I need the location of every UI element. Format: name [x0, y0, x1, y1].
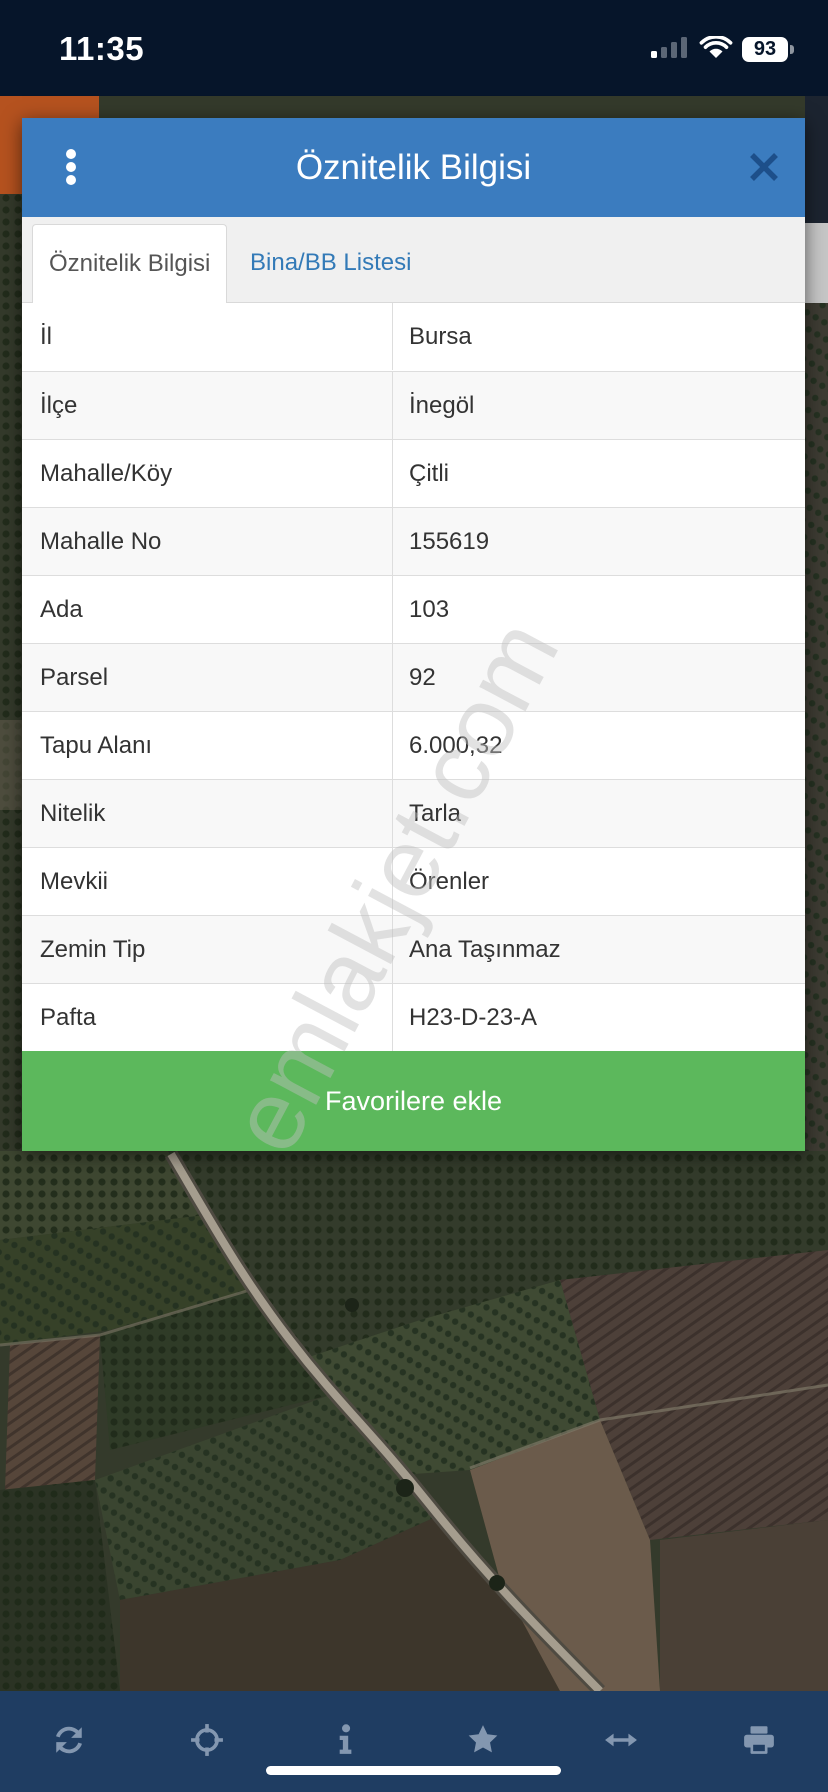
table-row: İlçe İnegöl	[22, 371, 805, 439]
dialog-title: Öznitelik Bilgisi	[295, 148, 532, 187]
print-icon	[744, 1726, 774, 1754]
table-row: Mahalle/Köy Çitli	[22, 439, 805, 507]
table-row: Ada 103	[22, 575, 805, 643]
refresh-icon	[56, 1726, 82, 1754]
locate-button[interactable]	[138, 1691, 276, 1789]
star-icon	[468, 1725, 498, 1753]
bottom-toolbar	[0, 1691, 828, 1792]
measure-button[interactable]	[552, 1691, 690, 1789]
attribute-value: H23-D-23-A	[392, 984, 805, 1051]
table-row: İl Bursa	[22, 303, 805, 371]
signal-bar	[661, 47, 667, 58]
attribute-value: Örenler	[392, 848, 805, 915]
attribute-key: Tapu Alanı	[40, 732, 153, 759]
map-side-control	[805, 223, 828, 303]
attribute-key: Zemin Tip	[40, 936, 146, 963]
attribute-value: 103	[392, 576, 805, 643]
refresh-button[interactable]	[0, 1691, 138, 1789]
tab-building-list[interactable]: Bina/BB Listesi	[250, 224, 411, 303]
attribute-value: İnegöl	[392, 372, 805, 439]
attribute-value: Çitli	[392, 440, 805, 507]
attribute-key: Mahalle No	[40, 528, 162, 555]
cellular-signal-icon	[651, 37, 687, 58]
signal-bar	[671, 42, 677, 58]
table-row: Tapu Alanı 6.000,32	[22, 711, 805, 779]
print-button[interactable]	[690, 1691, 828, 1789]
status-time: 11:35	[59, 30, 145, 67]
attribute-value: 92	[392, 644, 805, 711]
attribute-value: Bursa	[392, 303, 805, 370]
home-indicator[interactable]	[266, 1766, 561, 1775]
attribute-value: 155619	[392, 508, 805, 575]
table-row: Mevkii Örenler	[22, 847, 805, 915]
attribute-key: Nitelik	[40, 800, 106, 827]
table-row: Nitelik Tarla	[22, 779, 805, 847]
signal-bar	[681, 37, 687, 58]
table-row: Parsel 92	[22, 643, 805, 711]
add-to-favorites-button[interactable]: Favorilere ekle	[22, 1051, 805, 1151]
attribute-key: İlçe	[40, 392, 78, 419]
signal-bar	[651, 51, 657, 58]
arrows-horizontal-icon	[605, 1733, 637, 1747]
battery-icon: 93	[742, 37, 788, 62]
attribute-info-dialog: Öznitelik Bilgisi Öznitelik Bilgisi Bina…	[22, 118, 805, 1151]
attribute-key: Mevkii	[40, 868, 109, 895]
attribute-value: Tarla	[392, 780, 805, 847]
attribute-key: Mahalle/Köy	[40, 460, 173, 487]
table-row: Mahalle No 155619	[22, 507, 805, 575]
battery-nub	[790, 45, 794, 54]
table-row: Zemin Tip Ana Taşınmaz	[22, 915, 805, 983]
attribute-table: İl Bursa İlçe İnegöl Mahalle/Köy Çitli M…	[22, 303, 805, 1051]
attribute-key: Ada	[40, 596, 83, 623]
table-row: Pafta H23-D-23-A	[22, 983, 805, 1051]
status-bar: 11:35 93	[0, 0, 828, 96]
dialog-tabs: Öznitelik Bilgisi Bina/BB Listesi	[22, 217, 805, 303]
dialog-header: Öznitelik Bilgisi	[22, 118, 805, 217]
attribute-value: Ana Taşınmaz	[392, 916, 805, 983]
attribute-key: Pafta	[40, 1004, 97, 1031]
crosshairs-icon	[191, 1724, 223, 1756]
attribute-value: 6.000,32	[392, 712, 805, 779]
info-icon	[339, 1724, 352, 1754]
wifi-icon	[699, 36, 733, 58]
attribute-key: Parsel	[40, 664, 109, 691]
close-icon[interactable]	[744, 147, 784, 187]
attribute-key: İl	[40, 323, 52, 350]
tab-attribute-info[interactable]: Öznitelik Bilgisi	[32, 224, 227, 303]
